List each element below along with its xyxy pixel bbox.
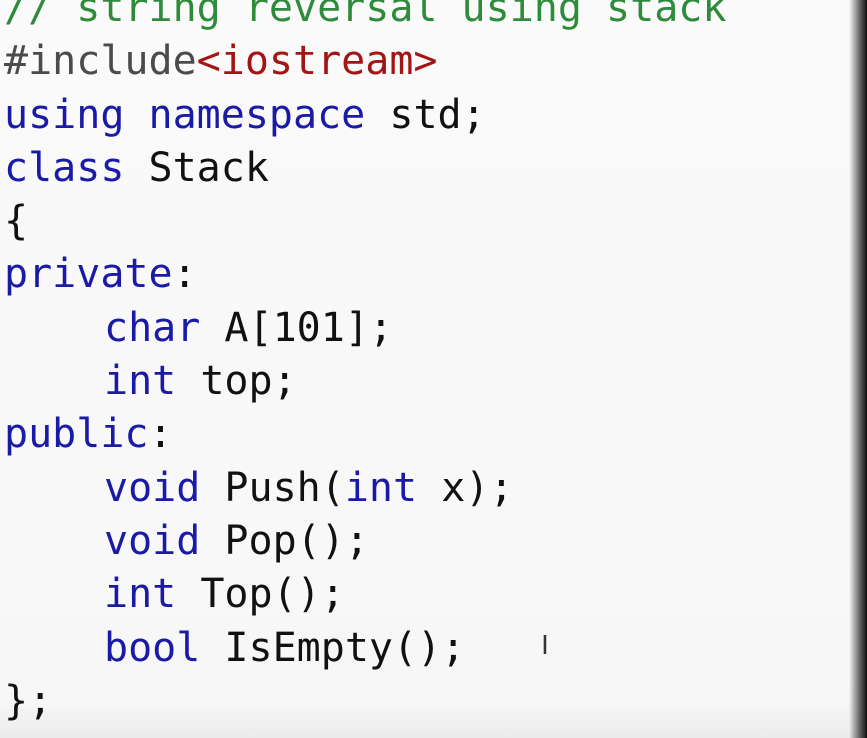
- isempty-declaration: IsEmpty();: [224, 624, 466, 671]
- access-colon: :: [172, 251, 197, 298]
- class-keyword: class: [4, 144, 125, 191]
- namespace-keyword: namespace: [148, 91, 366, 138]
- code-line-13: bool IsEmpty();: [4, 622, 726, 675]
- text-cursor-icon: I: [541, 631, 549, 661]
- top-function-declaration: Top();: [200, 571, 345, 618]
- using-keyword: using: [4, 91, 125, 138]
- public-keyword: public: [4, 411, 149, 458]
- code-line-4: class Stack: [4, 142, 726, 195]
- array-declaration: A[101];: [224, 304, 393, 351]
- code-line-14: };: [4, 675, 726, 728]
- push-parameter: x);: [441, 464, 514, 511]
- bool-keyword: bool: [104, 624, 201, 671]
- code-line-8: int top;: [4, 355, 726, 408]
- code-line-6: private:: [4, 248, 726, 301]
- code-line-10: void Push(int x);: [4, 462, 726, 515]
- void-keyword: void: [104, 517, 201, 564]
- code-line-11: void Pop();: [4, 515, 726, 568]
- code-editor[interactable]: // string reversal using stack #include<i…: [0, 0, 867, 738]
- void-keyword: void: [104, 464, 201, 511]
- top-declaration: top;: [200, 358, 297, 405]
- char-keyword: char: [104, 304, 201, 351]
- int-keyword: int: [104, 358, 177, 405]
- close-brace: };: [4, 677, 53, 724]
- code-line-7: char A[101];: [4, 302, 726, 355]
- private-keyword: private: [4, 251, 173, 298]
- code-line-12: int Top();: [4, 568, 726, 621]
- code-line-2: #include<iostream>: [4, 35, 726, 88]
- int-keyword: int: [104, 571, 177, 618]
- code-line-3: using namespace std;: [4, 89, 726, 142]
- pop-declaration: Pop();: [224, 517, 369, 564]
- code-line-1: // string reversal using stack: [4, 0, 726, 35]
- open-brace: {: [4, 198, 29, 245]
- std-identifier: std;: [389, 91, 486, 138]
- push-declaration-prefix: Push(: [224, 464, 345, 511]
- access-colon: :: [148, 411, 173, 458]
- code-line-9: public:: [4, 408, 726, 461]
- include-file: <iostream>: [196, 38, 438, 85]
- int-keyword: int: [344, 464, 418, 511]
- class-name: Stack: [148, 144, 269, 191]
- code-line-5: {: [4, 195, 726, 248]
- window-edge-shadow: [849, 0, 867, 738]
- preprocessor-directive: #include: [4, 38, 197, 85]
- code-block[interactable]: // string reversal using stack #include<i…: [4, 0, 726, 728]
- comment-text: // string reversal using stack: [4, 0, 727, 31]
